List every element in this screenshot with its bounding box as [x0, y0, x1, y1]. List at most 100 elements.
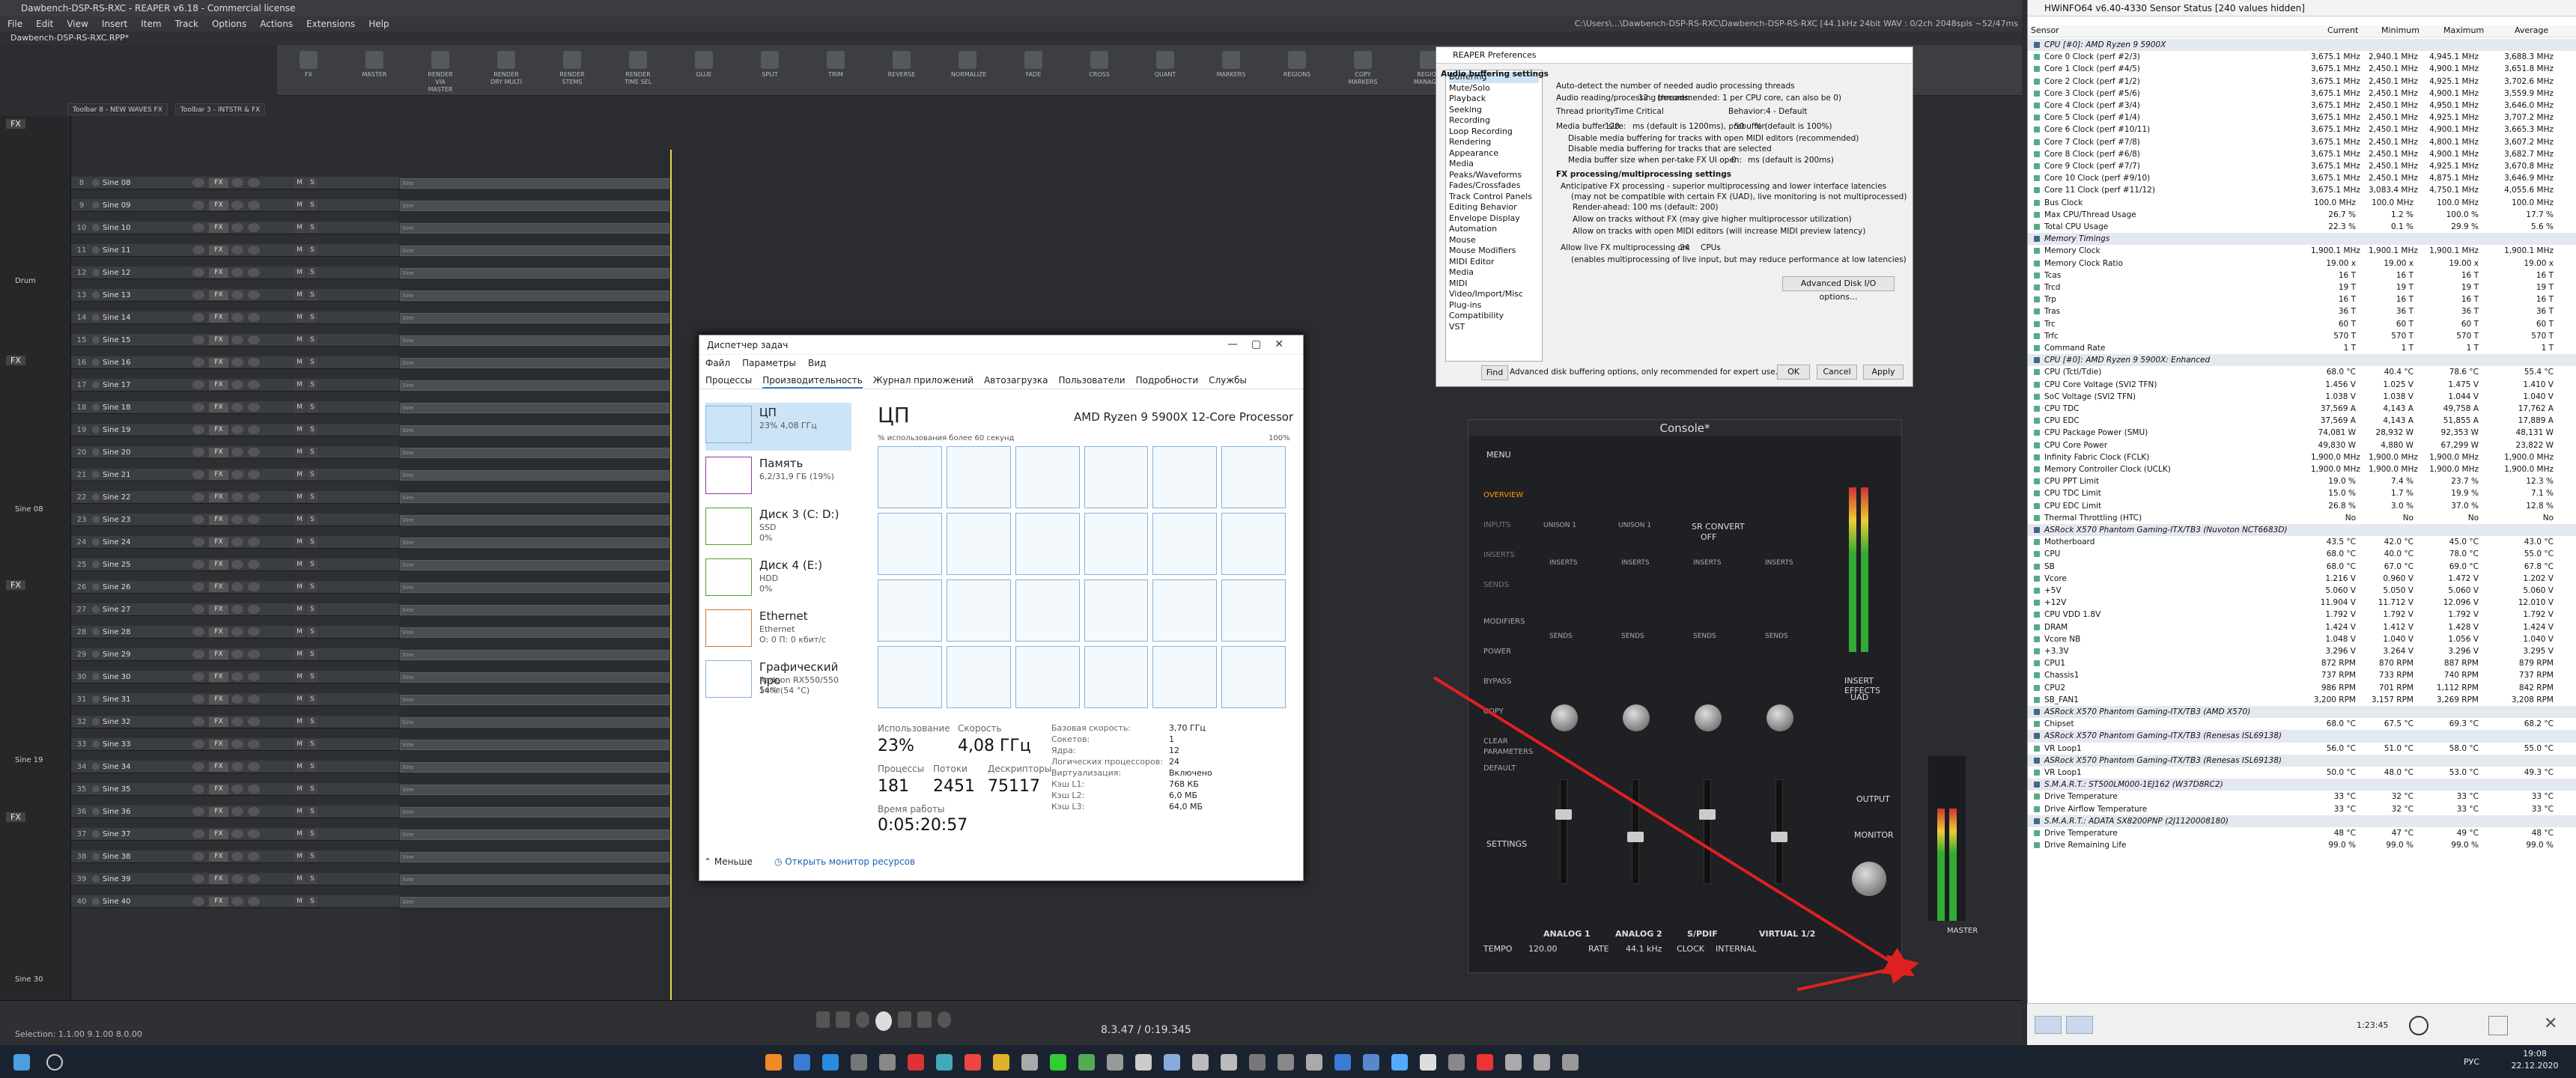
- track-name[interactable]: Sine 17: [103, 381, 192, 389]
- solo-button[interactable]: S: [307, 716, 318, 727]
- record-arm-button[interactable]: [92, 875, 100, 883]
- pan-knob[interactable]: [231, 874, 243, 883]
- volume-knob[interactable]: [192, 740, 204, 749]
- console-param-button[interactable]: DEFAULT: [1483, 764, 1516, 773]
- volume-knob[interactable]: [192, 874, 204, 883]
- track-row[interactable]: 31 Sine 31 FX M S: [71, 693, 399, 706]
- route-icon[interactable]: [248, 672, 260, 681]
- track-name[interactable]: Sine 15: [103, 336, 192, 344]
- volume-knob[interactable]: [192, 538, 204, 546]
- record-arm-button[interactable]: [92, 628, 100, 636]
- fx-button[interactable]: FX: [209, 290, 228, 300]
- track-name[interactable]: Sine 08: [103, 179, 192, 187]
- solo-button[interactable]: S: [307, 896, 318, 907]
- track-name[interactable]: Sine 26: [103, 583, 192, 591]
- solo-button[interactable]: S: [307, 424, 318, 435]
- sensor-row[interactable]: CPU TDC Limit 15.0 % 1.7 % 19.9 % 7.1 %: [2028, 487, 2576, 499]
- channel-fader[interactable]: [1704, 779, 1711, 884]
- toolbar-button[interactable]: FX: [292, 51, 325, 88]
- route-icon[interactable]: [248, 762, 260, 771]
- track-name[interactable]: Sine 14: [103, 314, 192, 322]
- record-arm-button[interactable]: [92, 246, 100, 254]
- route-icon[interactable]: [248, 582, 260, 591]
- mute-button[interactable]: M: [294, 739, 305, 749]
- fx-button[interactable]: FX: [209, 537, 228, 547]
- volume-knob[interactable]: [192, 178, 204, 187]
- media-item[interactable]: Sine: [400, 178, 669, 189]
- pan-knob[interactable]: [231, 335, 243, 344]
- tab-app-history[interactable]: Журнал приложений: [873, 371, 973, 389]
- media-item[interactable]: Sine: [400, 874, 669, 885]
- media-item[interactable]: Sine: [400, 335, 669, 346]
- route-icon[interactable]: [248, 605, 260, 614]
- mute-button[interactable]: M: [294, 537, 305, 547]
- track-name[interactable]: Sine 36: [103, 808, 192, 816]
- media-item[interactable]: Sine: [400, 358, 669, 368]
- menu-item[interactable]: Item: [141, 16, 161, 31]
- fx-button[interactable]: FX: [209, 222, 228, 233]
- menu-item[interactable]: File: [7, 16, 22, 31]
- pan-knob[interactable]: [231, 560, 243, 569]
- track-name[interactable]: Sine 12: [103, 269, 192, 277]
- volume-knob[interactable]: [192, 290, 204, 299]
- fader-cap[interactable]: [1699, 809, 1716, 820]
- track-name[interactable]: Sine 33: [103, 740, 192, 749]
- volume-knob[interactable]: [192, 201, 204, 210]
- window-controls[interactable]: —▢✕: [1227, 338, 1297, 350]
- toolbar-button[interactable]: REGIONS: [1281, 51, 1313, 88]
- volume-knob[interactable]: [192, 425, 204, 434]
- fx-button[interactable]: FX: [209, 492, 228, 502]
- console-modifier-button[interactable]: BYPASS: [1483, 677, 1511, 686]
- solo-button[interactable]: S: [307, 604, 318, 615]
- fx-button[interactable]: FX: [209, 469, 228, 480]
- solo-button[interactable]: S: [307, 492, 318, 502]
- route-icon[interactable]: [248, 897, 260, 906]
- taskbar-app-icon[interactable]: [851, 1054, 867, 1071]
- tab-users[interactable]: Пользователи: [1058, 371, 1125, 389]
- track-row[interactable]: 39 Sine 39 FX M S: [71, 873, 399, 886]
- sensor-row[interactable]: +12V 11.904 V 11.712 V 12.096 V 12.010 V: [2028, 597, 2576, 609]
- menu-item[interactable]: Help: [368, 16, 389, 31]
- track-name[interactable]: Sine 18: [103, 404, 192, 412]
- tab-details[interactable]: Подробности: [1136, 371, 1199, 389]
- tab-performance[interactable]: Производительность: [762, 371, 863, 389]
- fx-button[interactable]: FX: [209, 739, 228, 749]
- inserts-label[interactable]: INSERTS: [1549, 559, 1578, 567]
- fx-button[interactable]: FX: [209, 559, 228, 570]
- solo-button[interactable]: S: [307, 245, 318, 255]
- volume-knob[interactable]: [192, 762, 204, 771]
- pan-knob[interactable]: [231, 358, 243, 367]
- arrows-icon[interactable]: [2066, 1016, 2093, 1034]
- project-tab[interactable]: Dawbench-DSP-RS-RXC.RPP*: [0, 31, 2022, 45]
- volume-knob[interactable]: [192, 897, 204, 906]
- sensor-row[interactable]: CPU EDC 37,569 A 4,143 A 51,855 A 17,889 A: [2028, 415, 2576, 427]
- media-item[interactable]: Sine: [400, 560, 669, 570]
- mute-button[interactable]: M: [294, 874, 305, 884]
- settings-icon[interactable]: [2488, 1016, 2508, 1035]
- threads-input[interactable]: 12: [1638, 94, 1648, 103]
- mute-button[interactable]: M: [294, 290, 305, 300]
- menu-item[interactable]: Файл: [705, 355, 730, 371]
- solo-button[interactable]: S: [307, 402, 318, 412]
- volume-knob[interactable]: [192, 223, 204, 232]
- sensor-row[interactable]: Core 3 Clock (perf #5/6) 3,675.1 MHz 2,450…: [2028, 88, 2576, 100]
- track-row[interactable]: 37 Sine 37 FX M S: [71, 828, 399, 841]
- prefs-tree-item[interactable]: Plug-ins: [1449, 300, 1539, 311]
- track-row[interactable]: 28 Sine 28 FX M S: [71, 626, 399, 639]
- solo-button[interactable]: S: [307, 694, 318, 704]
- buffer-input[interactable]: 120: [1605, 122, 1620, 131]
- tab-services[interactable]: Службы: [1209, 371, 1247, 389]
- track-name[interactable]: Sine 16: [103, 359, 192, 367]
- prefs-tree-item[interactable]: Playback: [1449, 94, 1539, 105]
- media-item[interactable]: Sine: [400, 785, 669, 795]
- track-name[interactable]: Sine 25: [103, 561, 192, 569]
- sensor-group[interactable]: S.M.A.R.T.: ST500LM000-1EJ162 (W37D8RC2): [2028, 779, 2576, 791]
- prefs-tree-item[interactable]: Mouse: [1449, 235, 1539, 246]
- unison-label[interactable]: UNISON 1: [1543, 522, 1576, 529]
- sends-label[interactable]: SENDS: [1765, 633, 1788, 640]
- menu-button[interactable]: MENU: [1486, 450, 1511, 460]
- sensor-row[interactable]: Infinity Fabric Clock (FCLK) 1,900.0 MHz 1…: [2028, 451, 2576, 463]
- prefs-tree-item[interactable]: Seeking: [1449, 105, 1539, 116]
- prefs-tree-item[interactable]: VST: [1449, 322, 1539, 333]
- taskbar-app-icon[interactable]: [1192, 1054, 1209, 1071]
